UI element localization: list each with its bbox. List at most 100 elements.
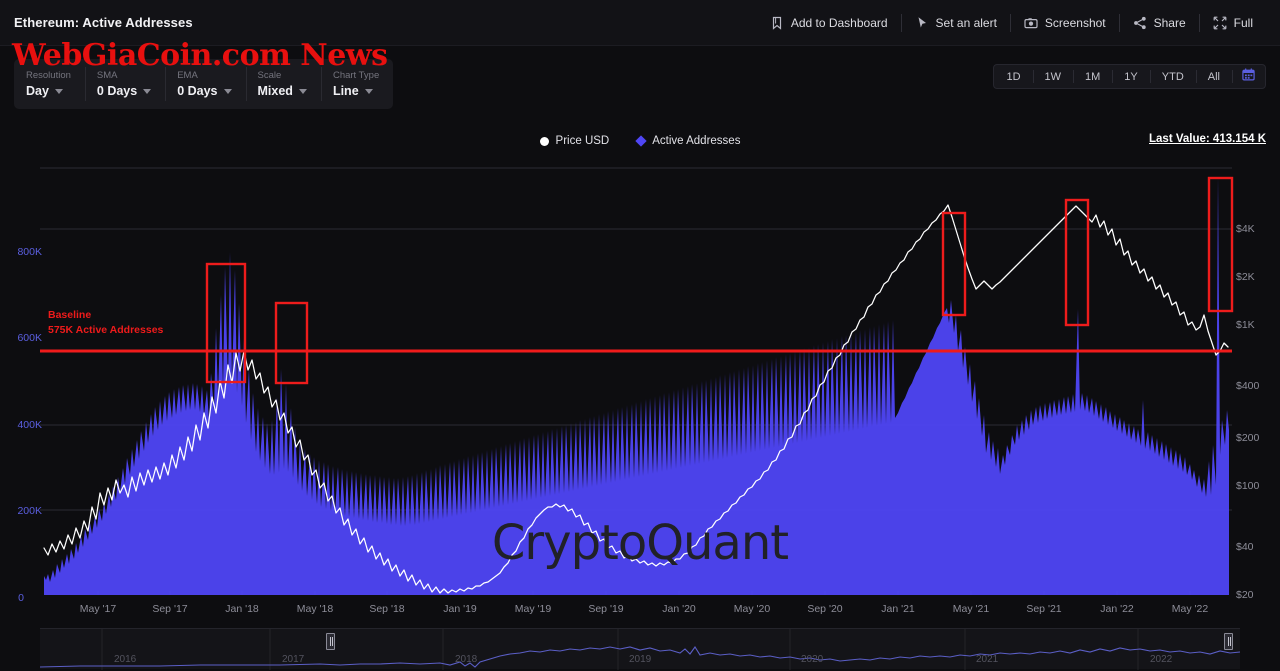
scale-value-text: Mixed <box>257 84 293 98</box>
highlight-box-2 <box>274 301 309 385</box>
range-1m[interactable]: 1M <box>1073 65 1112 88</box>
x-tick-5: Jan '19 <box>443 603 477 615</box>
y-right-tick-20: $20 <box>1236 589 1254 601</box>
calendar-button[interactable] <box>1232 65 1265 88</box>
scale-label: Scale <box>257 70 282 81</box>
chart-controls-panel: Resolution Day SMA 0 Days EMA 0 Days Sca… <box>14 59 394 109</box>
y-right-tick-100: $100 <box>1236 480 1260 492</box>
x-tick-11: Jan '21 <box>881 603 915 615</box>
x-tick-4: Sep '18 <box>369 603 405 615</box>
range-all[interactable]: All <box>1195 65 1232 88</box>
camera-icon <box>1024 16 1038 30</box>
x-tick-3: May '18 <box>296 603 334 615</box>
x-tick-0: May '17 <box>79 603 117 615</box>
screenshot-button[interactable]: Screenshot <box>1011 12 1119 34</box>
sma-value-text: 0 Days <box>96 84 138 98</box>
x-tick-10: Sep '20 <box>807 603 843 615</box>
fullscreen-button[interactable]: Full <box>1200 12 1266 34</box>
range-1y[interactable]: 1Y <box>1112 65 1149 88</box>
expand-icon <box>1213 16 1227 30</box>
time-range-selector: 1D 1W 1M 1Y YTD All <box>993 64 1266 89</box>
navigator-handle-right[interactable] <box>1224 633 1233 650</box>
x-tick-13: Sep '21 <box>1026 603 1062 615</box>
y-right-tick-4k: $4K <box>1236 223 1255 235</box>
x-tick-12: May '21 <box>952 603 990 615</box>
y-right-tick-200: $200 <box>1236 432 1260 444</box>
chevron-down-icon <box>54 88 63 94</box>
set-alert-label: Set an alert <box>935 15 997 30</box>
set-alert-button[interactable]: Set an alert <box>902 12 1010 34</box>
x-tick-7: Sep '19 <box>588 603 624 615</box>
resolution-label: Resolution <box>26 70 71 81</box>
alert-cursor-icon <box>915 16 929 30</box>
resolution-value: Day <box>26 84 71 98</box>
x-tick-15: May '22 <box>1171 603 1209 615</box>
chart-navigator[interactable]: 2016 2017 2018 2019 2020 2021 2022 <box>40 628 1240 670</box>
legend-label-active-addresses: Active Addresses <box>652 135 741 147</box>
x-tick-14: Jan '22 <box>1100 603 1134 615</box>
x-tick-2: Jan '18 <box>225 603 259 615</box>
legend-item-active-addresses[interactable]: Active Addresses <box>635 135 741 147</box>
chevron-down-icon <box>364 88 373 94</box>
sma-label: SMA <box>96 70 118 81</box>
y-right-tick-40: $40 <box>1236 541 1254 553</box>
share-icon <box>1133 16 1147 30</box>
navigator-handle-left[interactable] <box>326 633 335 650</box>
legend-label-price-usd: Price USD <box>555 135 610 147</box>
scale-dropdown[interactable]: Scale Mixed <box>245 59 321 109</box>
chart-svg <box>40 167 1234 595</box>
share-label: Share <box>1153 15 1186 30</box>
x-tick-1: Sep '17 <box>152 603 188 615</box>
y-right-tick-400: $400 <box>1236 380 1260 392</box>
range-ytd[interactable]: YTD <box>1149 65 1196 88</box>
sma-dropdown[interactable]: SMA 0 Days <box>84 59 165 109</box>
resolution-value-text: Day <box>26 84 49 98</box>
highlight-box-4 <box>1064 198 1090 327</box>
highlight-box-3 <box>941 211 967 317</box>
ema-dropdown[interactable]: EMA 0 Days <box>165 59 245 109</box>
range-1d[interactable]: 1D <box>994 65 1032 88</box>
ema-label: EMA <box>177 70 198 81</box>
calendar-icon <box>1242 67 1255 86</box>
highlight-box-5 <box>1207 176 1234 313</box>
toolbar-actions: Add to Dashboard Set an alert Screenshot <box>757 11 1266 35</box>
chart-type-label: Chart Type <box>332 70 380 81</box>
y-left-tick-0: 0 <box>18 592 24 604</box>
top-toolbar: Ethereum: Active Addresses Add to Dashbo… <box>0 0 1280 46</box>
x-tick-6: May '19 <box>514 603 552 615</box>
chart-legend: Price USD Active Addresses <box>0 133 1280 149</box>
y-left-tick-800k: 800K <box>17 246 42 258</box>
fullscreen-label: Full <box>1233 15 1253 30</box>
chart-plot-area[interactable]: CryptoQuant <box>0 155 1280 595</box>
page-title: Ethereum: Active Addresses <box>14 15 193 30</box>
chevron-down-icon <box>298 88 307 94</box>
scale-value: Mixed <box>258 84 307 98</box>
add-to-dashboard-label: Add to Dashboard <box>790 15 888 30</box>
share-button[interactable]: Share <box>1120 12 1199 34</box>
cryptoquant-chart-page: Ethereum: Active Addresses Add to Dashbo… <box>0 0 1280 671</box>
chart-type-value: Line <box>333 84 379 98</box>
ema-value: 0 Days <box>177 84 232 98</box>
chevron-down-icon <box>223 88 232 94</box>
y-right-tick-2k: $2K <box>1236 271 1255 283</box>
bookmark-icon <box>770 16 784 30</box>
y-left-tick-400k: 400K <box>17 419 42 431</box>
resolution-dropdown[interactable]: Resolution Day <box>14 59 85 109</box>
add-to-dashboard-button[interactable]: Add to Dashboard <box>757 12 901 34</box>
legend-item-price-usd[interactable]: Price USD <box>539 135 610 147</box>
x-tick-8: Jan '20 <box>662 603 696 615</box>
legend-marker-diamond-icon <box>635 135 647 147</box>
x-tick-9: May '20 <box>733 603 771 615</box>
chart-type-dropdown[interactable]: Chart Type Line <box>320 59 393 109</box>
y-left-tick-200k: 200K <box>17 505 42 517</box>
last-value-display[interactable]: Last Value: 413.154 K <box>1149 133 1266 145</box>
sma-value: 0 Days <box>96 84 152 98</box>
y-right-tick-1k: $1K <box>1236 319 1255 331</box>
navigator-svg <box>40 629 1240 670</box>
y-left-tick-600k: 600K <box>17 332 42 344</box>
chart-type-value-text: Line <box>332 84 359 98</box>
range-1w[interactable]: 1W <box>1032 65 1074 88</box>
screenshot-label: Screenshot <box>1044 15 1106 30</box>
navigator-series <box>40 646 1240 668</box>
legend-marker-circle-icon <box>539 136 549 146</box>
